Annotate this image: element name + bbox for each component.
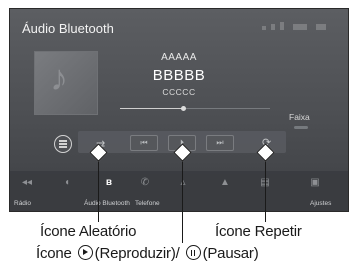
tab-nav-icon[interactable]: ▵ — [168, 177, 198, 188]
tab-phone-icon[interactable]: ✆ — [130, 177, 160, 188]
skip-back-icon[interactable]: ⏮ — [130, 135, 158, 151]
tab-radio-icon[interactable]: ◂◂ — [12, 177, 42, 188]
repeat-callout: Ícone Repetir — [215, 223, 302, 240]
progress-bar[interactable] — [120, 106, 270, 111]
tab-settings-label: Ajustes — [310, 200, 332, 207]
track-line-3: CCCCC — [162, 87, 196, 97]
track-line-2: BBBBB — [152, 67, 206, 84]
play-callout-prefix: Ícone — [36, 245, 72, 262]
source-title: Áudio Bluetooth — [22, 21, 114, 36]
skip-forward-icon[interactable]: ⏭ — [206, 135, 234, 151]
track-label: Faixa — [289, 112, 310, 122]
menu-icon[interactable] — [54, 135, 72, 153]
tab-volume-icon[interactable]: ◖ — [52, 177, 82, 188]
track-line-1: AAAAA — [161, 52, 197, 63]
tab-phone-label: Telefone — [135, 200, 160, 207]
tab-settings-icon[interactable]: ▣ — [300, 177, 330, 188]
play-callout-suffix: (Pausar) — [202, 245, 259, 262]
progress-knob[interactable] — [180, 106, 186, 111]
tab-info-icon[interactable]: ▲ — [210, 177, 240, 188]
tab-bluetooth-label: Áudio Bluetooth — [84, 200, 130, 207]
status-indicators — [262, 22, 326, 30]
pause-symbol-icon — [185, 245, 201, 260]
play-symbol-icon — [77, 245, 93, 260]
shuffle-callout: Ícone Aleatório — [40, 223, 137, 240]
track-number-indicator — [294, 126, 308, 129]
play-pause-callout: Ícone (Reproduzir)/ (Pausar) — [36, 245, 259, 262]
play-leader-line — [182, 151, 183, 243]
progress-fill — [120, 108, 183, 109]
play-callout-middle: (Reproduzir)/ — [94, 245, 180, 262]
tab-radio-label: Rádio — [14, 200, 31, 207]
audio-screen: Áudio Bluetooth ♪ AAAAA BBBBB CCCCC Faix… — [9, 8, 349, 212]
